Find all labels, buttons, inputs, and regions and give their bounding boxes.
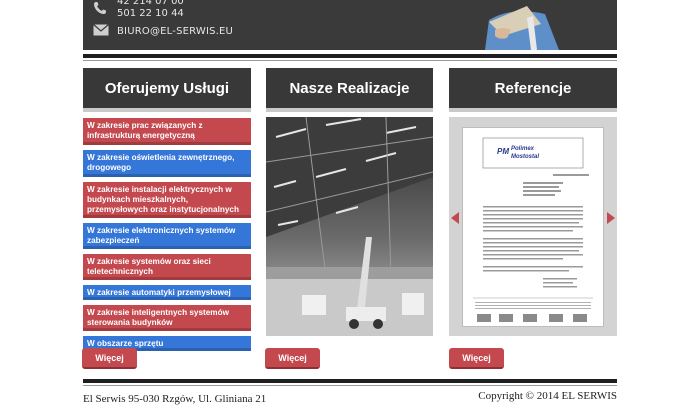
services-heading: Oferujemy Usługi [83, 68, 251, 112]
svg-text:Polimex: Polimex [511, 146, 535, 152]
service-item-infrastructure[interactable]: W zakresie prac związanych z infrastrukt… [83, 118, 251, 145]
projects-heading: Nasze Realizacje [266, 68, 433, 112]
service-item-building-control[interactable]: W zakresie inteligentnych systemów stero… [83, 305, 251, 331]
services-more-button[interactable]: Więcej [82, 348, 137, 369]
service-item-security-systems[interactable]: W zakresie elektronicznych systemów zabe… [83, 223, 251, 249]
references-heading: Referencje [449, 68, 617, 112]
header-divider [83, 54, 617, 58]
header-divider-thin [83, 60, 617, 61]
references-more-button[interactable]: Więcej [449, 348, 504, 369]
polimex-logo: PM [497, 147, 509, 156]
slider-next-arrow-icon[interactable] [607, 212, 615, 224]
phone-icon [93, 1, 109, 15]
slider-prev-arrow-icon[interactable] [451, 212, 459, 224]
phone-number-2[interactable]: 501 22 10 44 [117, 8, 184, 20]
email-contact: BIURO@EL-SERWIS.EU [93, 24, 233, 38]
header-band: 42 214 07 00 501 22 10 44 BIURO@EL-SERWI… [83, 0, 617, 50]
footer-address: El Serwis 95-030 Rzgów, Ul. Gliniana 21 [83, 393, 267, 405]
service-item-telecom[interactable]: W zakresie systemów oraz sieci teletechn… [83, 254, 251, 280]
footer-divider [83, 379, 617, 383]
businessman-image [467, 0, 577, 50]
phone-number-1[interactable]: 42 214 07 00 [117, 0, 184, 8]
reference-letter[interactable]: PM Polimex Mostostal [462, 127, 604, 327]
projects-more-button[interactable]: Więcej [265, 348, 320, 369]
svg-text:Mostostal: Mostostal [511, 154, 539, 160]
footer-copyright: Copyright © 2014 EL SERWIS [478, 390, 617, 402]
reference-slider: PM Polimex Mostostal [449, 117, 617, 336]
project-photo[interactable] [266, 117, 433, 336]
hall-construction-image [266, 117, 433, 336]
email-link[interactable]: BIURO@EL-SERWIS.EU [117, 26, 233, 37]
services-list: W zakresie prac związanych z infrastrukt… [83, 118, 251, 356]
service-item-lighting[interactable]: W zakresie oświetlenia zewnętrznego, dro… [83, 150, 251, 177]
phone-contact: 42 214 07 00 501 22 10 44 [93, 0, 184, 20]
envelope-icon [93, 24, 109, 38]
service-item-automation[interactable]: W zakresie automatyki przemysłowej [83, 285, 251, 300]
footer-divider-thin [83, 385, 617, 386]
service-item-installations[interactable]: W zakresie instalacji elektrycznych w bu… [83, 182, 251, 218]
